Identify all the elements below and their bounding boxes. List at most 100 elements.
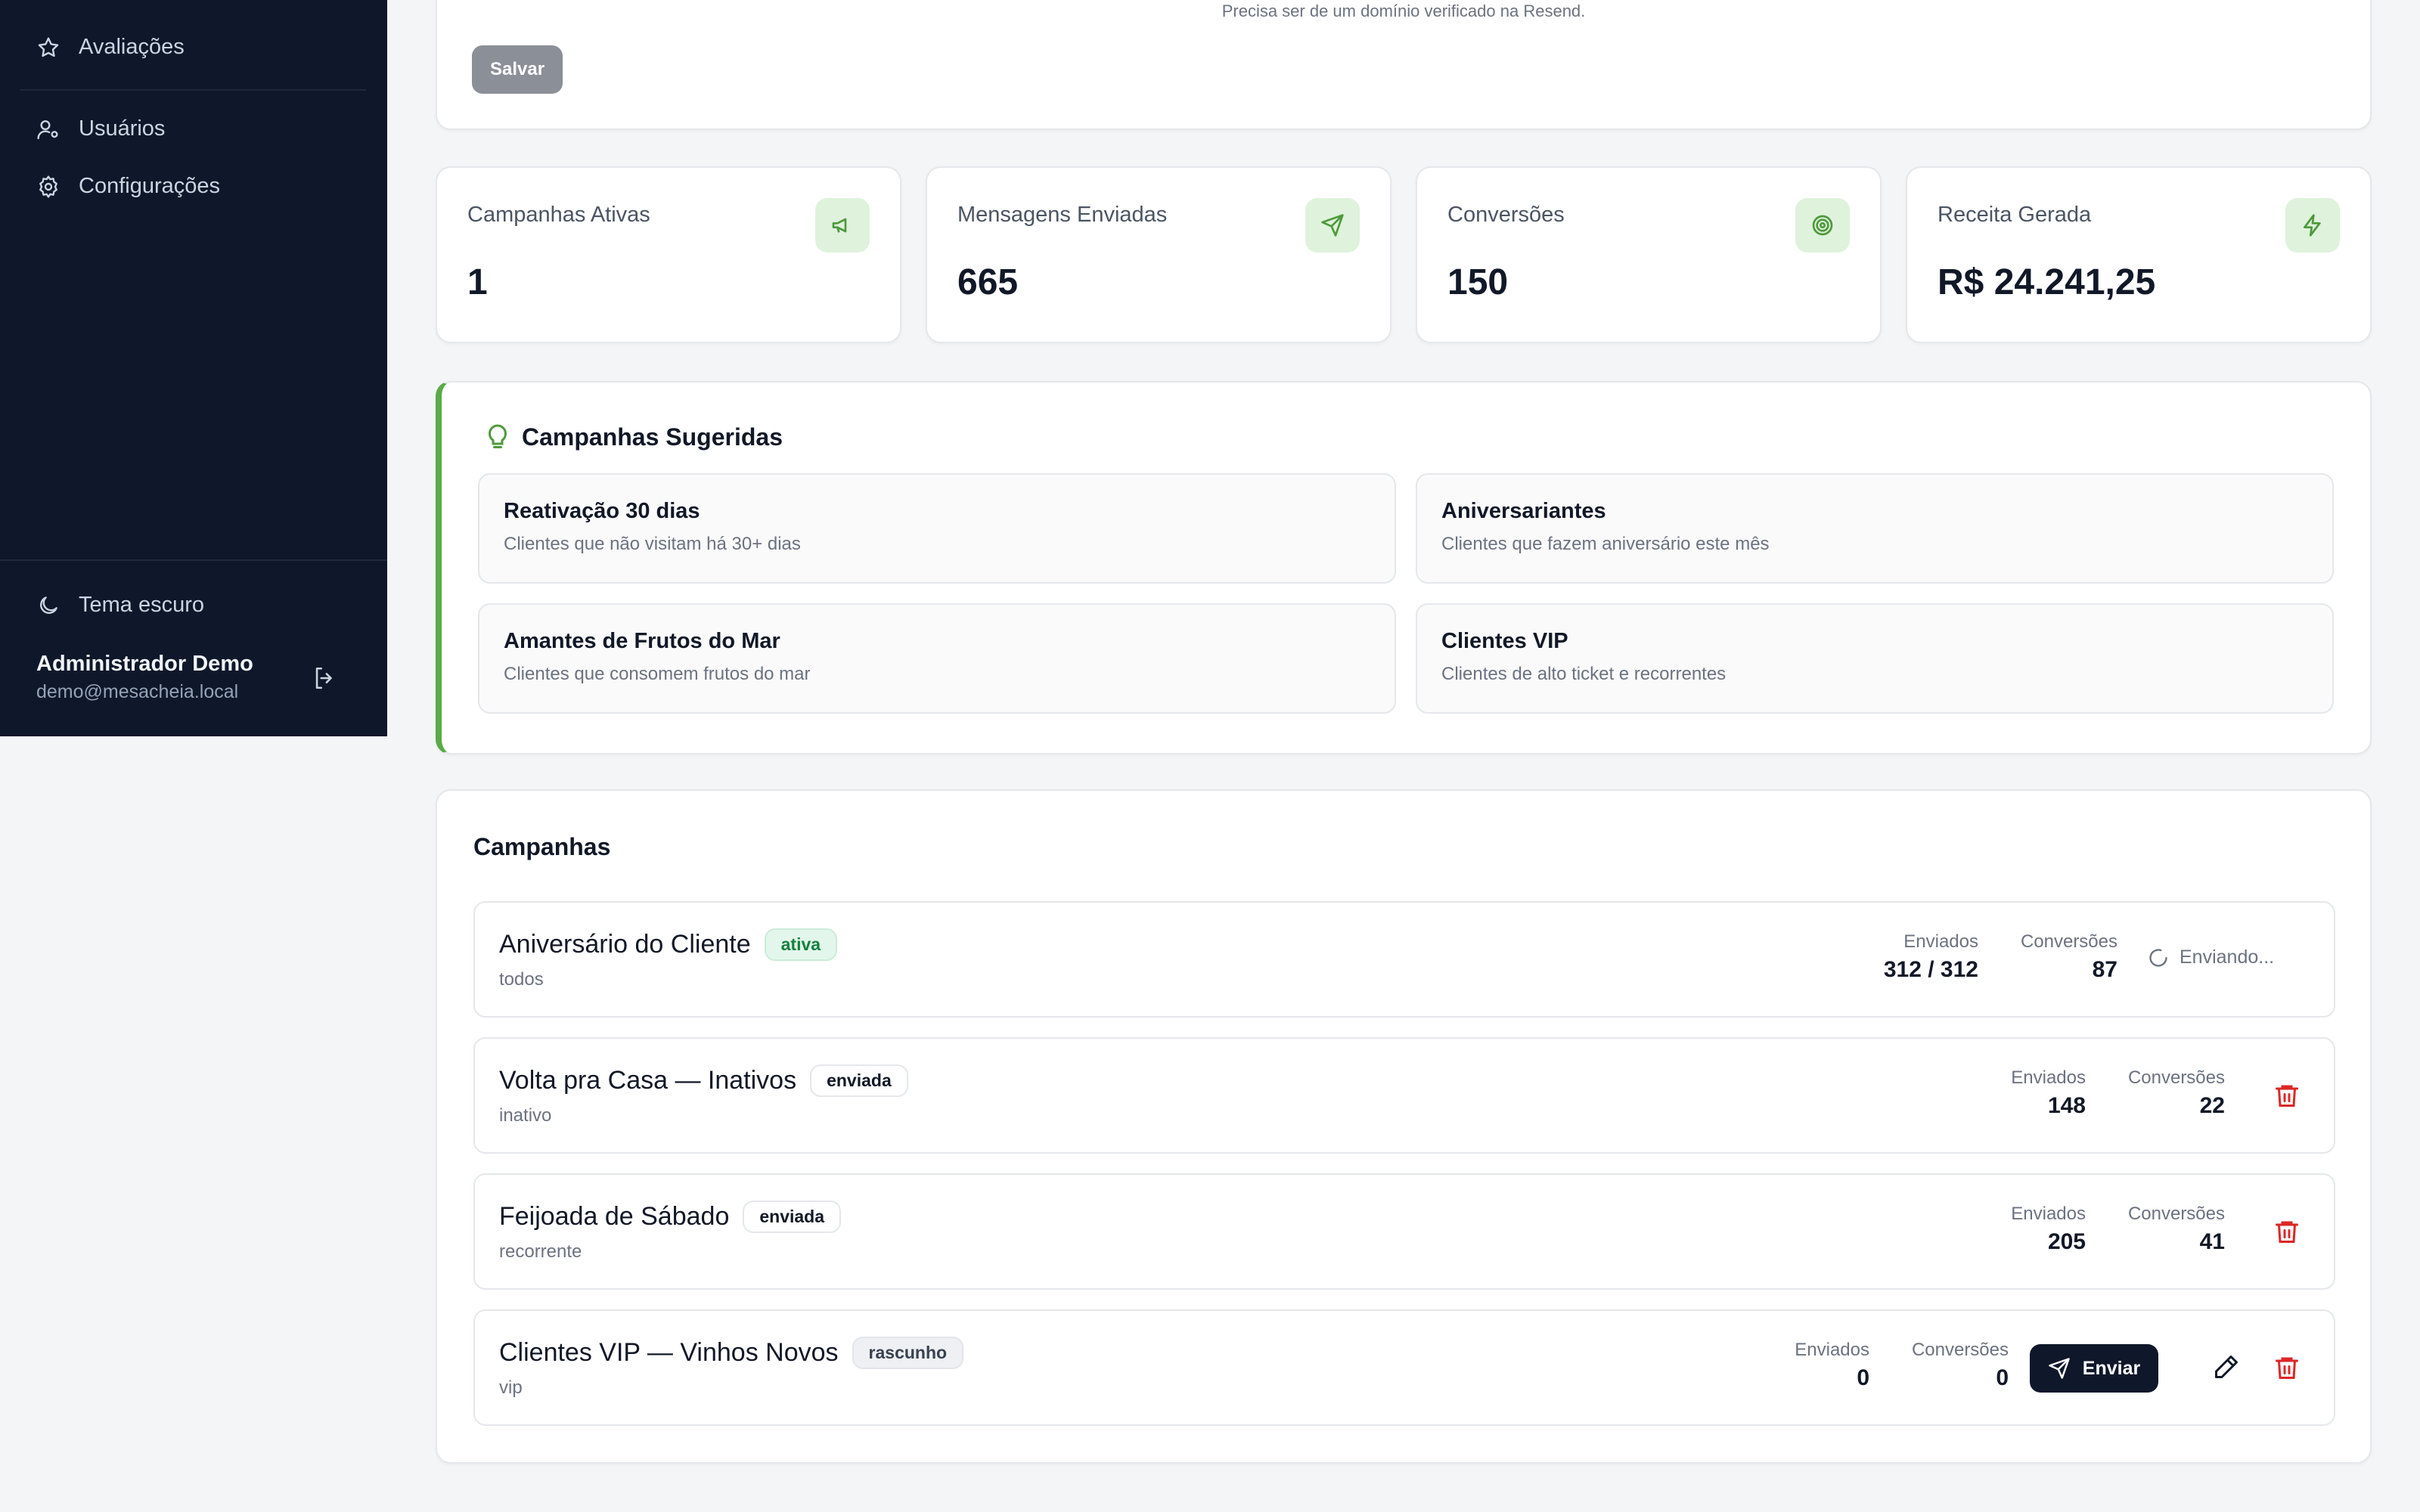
trash-icon[interactable]: [2273, 1081, 2301, 1110]
campaign-row[interactable]: Aniversário do Cliente ativa todos Envia…: [473, 901, 2335, 1018]
sidebar-item-avaliacoes[interactable]: Avaliações: [36, 35, 185, 60]
send-icon: [2049, 1358, 2070, 1379]
campaign-name-wrap: Aniversário do Cliente ativa: [499, 928, 838, 961]
sending-status: Enviando...: [2148, 947, 2274, 968]
save-button[interactable]: Salvar: [472, 45, 563, 94]
suggestion-desc: Clientes de alto ticket e recorrentes: [1441, 664, 1727, 684]
stat-icon-badge: [1305, 198, 1360, 253]
loader-icon: [2149, 948, 2167, 967]
sender-domain-hint: Precisa ser de um domínio verificado na …: [1221, 2, 1586, 20]
send-icon: [1321, 214, 1344, 237]
campaign-segment: vip: [499, 1377, 523, 1398]
metric-value: 87: [2092, 957, 2118, 982]
stat-value: 1: [467, 262, 488, 302]
sidebar-divider: [0, 559, 387, 561]
lightbulb-icon: [488, 424, 507, 448]
logout-icon[interactable]: [312, 665, 337, 691]
target-icon: [1812, 215, 1833, 236]
status-badge: ativa: [764, 928, 838, 961]
campaign-segment: recorrente: [499, 1241, 582, 1262]
metric-value: 41: [2199, 1229, 2225, 1254]
campaign-name: Clientes VIP — Vinhos Novos: [499, 1338, 839, 1367]
sidebar-item-configuracoes[interactable]: Configurações: [36, 174, 220, 199]
campaign-name: Feijoada de Sábado: [499, 1202, 730, 1231]
stat-icon-badge: [1795, 198, 1850, 253]
campaign-name-wrap: Clientes VIP — Vinhos Novos rascunho: [499, 1337, 964, 1369]
metric-sent: Enviados 205: [2011, 1204, 2086, 1255]
metric-label: Conversões: [2127, 1067, 2225, 1088]
suggestion-item[interactable]: Reativação 30 dias Clientes que não visi…: [478, 473, 1396, 584]
metric-label: Conversões: [2127, 1204, 2225, 1224]
metric-label: Enviados: [1795, 1340, 1869, 1360]
metric-label: Conversões: [1911, 1340, 2009, 1360]
section-title: Campanhas Sugeridas: [522, 423, 783, 451]
metric-value: 205: [2047, 1229, 2086, 1254]
stat-label: Receita Gerada: [1938, 203, 2092, 227]
trash-icon[interactable]: [2273, 1217, 2301, 1246]
sidebar-item-usuarios[interactable]: Usuários: [36, 116, 165, 141]
user-email: demo@mesacheia.local: [36, 681, 239, 702]
pencil-icon[interactable]: [2213, 1353, 2240, 1380]
stat-label: Conversões: [1447, 203, 1565, 227]
send-button-label: Enviar: [2082, 1357, 2141, 1379]
stat-card-revenue: Receita Gerada R$ 24.241,25: [1906, 166, 2372, 343]
suggestion-desc: Clientes que fazem aniversário este mês: [1441, 534, 1770, 554]
suggestion-item[interactable]: Clientes VIP Clientes de alto ticket e r…: [1416, 603, 2334, 714]
stat-card-messages-sent: Mensagens Enviadas 665: [926, 166, 1392, 343]
sidebar: Avaliações Usuários Configurações Tema e…: [0, 0, 387, 736]
trash-icon[interactable]: [2273, 1353, 2301, 1382]
stat-value: 150: [1447, 262, 1509, 302]
campaign-row[interactable]: Feijoada de Sábado enviada recorrente En…: [473, 1173, 2335, 1290]
suggestion-item[interactable]: Aniversariantes Clientes que fazem anive…: [1416, 473, 2334, 584]
metric-value: 22: [2199, 1093, 2225, 1118]
metric-conversions: Conversões 41: [2128, 1204, 2225, 1255]
metric-conversions: Conversões 0: [1912, 1340, 2009, 1391]
gear-icon: [39, 175, 57, 198]
suggested-campaigns-card: Campanhas Sugeridas Reativação 30 dias C…: [436, 381, 2372, 754]
stat-label: Mensagens Enviadas: [957, 203, 1168, 227]
section-title: Campanhas: [473, 833, 611, 860]
metric-conversions: Conversões 22: [2128, 1067, 2225, 1119]
stat-value: R$ 24.241,25: [1938, 262, 2156, 302]
metric-sent: Enviados 312 / 312: [1884, 931, 1978, 983]
metric-label: Enviados: [2011, 1067, 2086, 1088]
theme-toggle[interactable]: Tema escuro: [36, 593, 204, 618]
suggestion-item[interactable]: Amantes de Frutos do Mar Clientes que co…: [478, 603, 1396, 714]
sending-label: Enviando...: [2180, 947, 2275, 968]
cut-off-nav-item: [36, 0, 263, 5]
status-badge: rascunho: [852, 1337, 964, 1369]
megaphone-icon: [832, 218, 847, 233]
metric-value: 148: [2047, 1093, 2086, 1118]
campaign-name: Volta pra Casa — Inativos: [499, 1066, 797, 1095]
sidebar-divider: [20, 89, 366, 91]
suggestion-title: Aniversariantes: [1441, 499, 1606, 523]
metric-value: 312 / 312: [1883, 957, 1978, 982]
send-campaign-button[interactable]: Enviar: [2030, 1344, 2158, 1393]
campaign-name-wrap: Feijoada de Sábado enviada: [499, 1201, 842, 1233]
stat-card-conversions: Conversões 150: [1416, 166, 1882, 343]
status-badge: enviada: [743, 1201, 842, 1233]
zap-icon: [2304, 214, 2321, 237]
stat-icon-badge: [2285, 198, 2340, 253]
moon-icon: [40, 596, 57, 614]
theme-toggle-label: Tema escuro: [79, 593, 205, 617]
suggestion-desc: Clientes que consomem frutos do mar: [504, 664, 811, 684]
campaigns-card: Campanhas Aniversário do Cliente ativa t…: [436, 789, 2372, 1464]
metric-sent: Enviados 0: [1795, 1340, 1869, 1391]
sidebar-item-label: Configurações: [79, 174, 220, 198]
metric-label: Conversões: [2020, 931, 2118, 952]
status-badge: enviada: [810, 1064, 908, 1097]
metric-label: Enviados: [2011, 1204, 2086, 1224]
metric-value: 0: [1857, 1365, 1869, 1390]
campaign-row[interactable]: Clientes VIP — Vinhos Novos rascunho vip…: [473, 1309, 2335, 1426]
suggestion-title: Clientes VIP: [1441, 629, 1568, 653]
stat-icon-badge: [815, 198, 870, 253]
star-icon: [38, 37, 59, 57]
campaign-row[interactable]: Volta pra Casa — Inativos enviada inativ…: [473, 1037, 2335, 1154]
stat-label: Campanhas Ativas: [467, 203, 650, 227]
sidebar-item-label: Usuários: [79, 116, 166, 141]
campaign-name-wrap: Volta pra Casa — Inativos enviada: [499, 1064, 908, 1097]
metric-sent: Enviados 148: [2011, 1067, 2086, 1119]
campaign-segment: inativo: [499, 1105, 552, 1126]
stat-card-active-campaigns: Campanhas Ativas 1: [436, 166, 901, 343]
